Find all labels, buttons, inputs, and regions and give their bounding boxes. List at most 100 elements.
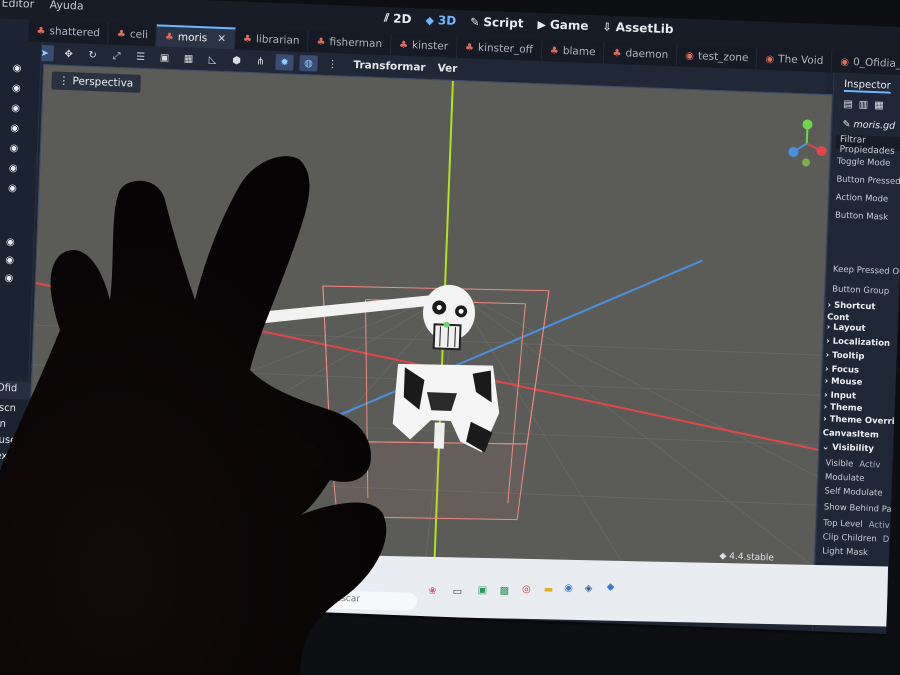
inspector-property[interactable]: Toggle Mode: [837, 157, 891, 169]
tab-test-zone[interactable]: ◉ test_zone: [676, 44, 758, 70]
list-tool-icon[interactable]: ☰: [131, 48, 150, 65]
inspector-property[interactable]: Button Pressed: [836, 175, 900, 187]
local-space-icon[interactable]: ⬢: [227, 52, 246, 69]
workspace-3d[interactable]: ◆ 3D: [425, 13, 456, 28]
files-icon[interactable]: ▬: [543, 584, 554, 595]
tree-node-label[interactable]: gue: [0, 254, 1, 266]
visibility-eye-icon[interactable]: ◉: [9, 103, 21, 115]
open-resource-icon[interactable]: ▥: [859, 99, 869, 110]
property-label: › Layout: [826, 322, 866, 334]
inspector-section[interactable]: › Input: [824, 390, 856, 401]
inspector-property[interactable]: Top Level Activad: [823, 518, 900, 531]
inspector-section[interactable]: › Theme: [823, 402, 862, 413]
tab-kinster[interactable]: ♣ kinster: [390, 33, 458, 58]
chrome-icon[interactable]: ◉: [563, 583, 573, 594]
inspector-section[interactable]: › Tooltip: [825, 350, 864, 361]
menu-editor[interactable]: Editor: [1, 0, 34, 11]
visibility-eye-icon[interactable]: ◉: [4, 237, 16, 249]
inspector-property[interactable]: Self Modulate: [824, 486, 882, 498]
orientation-gizmo[interactable]: [781, 118, 833, 170]
property-label: Button Pressed: [836, 174, 900, 188]
environment-preview-icon[interactable]: ◍: [299, 54, 318, 72]
monitor-screen: Editor Ayuda ⫽ 2D ◆ 3D ✎ Script ▶ Game ⇩ Asse…: [0, 0, 900, 637]
workspace-2d[interactable]: ⫽ 2D: [384, 11, 412, 26]
visibility-eye-icon[interactable]: ◉: [3, 273, 15, 285]
inspected-object[interactable]: ✎ moris.gd: [842, 119, 895, 132]
tab-librarian[interactable]: ♣ librarian: [234, 27, 309, 53]
property-filter-input[interactable]: Filtrar Propiedades: [835, 134, 900, 157]
inspector-property[interactable]: Button Mask: [835, 211, 888, 223]
inspector-property[interactable]: Keep Pressed Ou: [833, 265, 900, 278]
opera-icon[interactable]: ◎: [521, 584, 531, 595]
photos-icon[interactable]: ▩: [499, 585, 510, 596]
inspector-tab[interactable]: Inspector: [843, 78, 891, 94]
visibility-eye-icon[interactable]: ◉: [3, 255, 15, 267]
tab-daemon[interactable]: ♣ daemon: [604, 41, 678, 67]
perspective-menu[interactable]: ⋮ Perspectiva: [51, 71, 141, 93]
tab-moris[interactable]: ♣ moris ✕: [156, 24, 236, 50]
snap-icon[interactable]: ⋔: [251, 53, 270, 70]
tab-the-void[interactable]: ◉ The Void: [757, 47, 833, 73]
property-value[interactable]: Activ: [859, 460, 880, 471]
sun-preview-icon[interactable]: ✹: [275, 54, 294, 71]
view-menu[interactable]: Ver: [437, 62, 457, 75]
new-resource-icon[interactable]: ▤: [843, 99, 853, 110]
3d-viewport[interactable]: ⋮ Perspectiva ◆ 4.4.stable: [24, 64, 833, 575]
widgets-icon[interactable]: ❀: [427, 586, 437, 597]
visibility-eye-icon[interactable]: ◉: [10, 83, 22, 95]
scale-tool-icon[interactable]: ⤢: [107, 48, 126, 65]
inspector-property[interactable]: Clip Children Disabled: [822, 532, 900, 546]
store-icon[interactable]: ▣: [477, 585, 488, 596]
tab-shattered[interactable]: ♣ shattered: [28, 19, 110, 45]
property-value[interactable]: Activad: [868, 520, 900, 531]
property-label: Modulate: [824, 472, 865, 484]
task-view-icon[interactable]: ▭: [452, 586, 463, 597]
more-options-icon[interactable]: ⋮: [323, 56, 342, 73]
file-item[interactable]: orie: [0, 550, 37, 568]
workspace-script[interactable]: ✎ Script: [470, 14, 524, 31]
property-label: › Theme: [823, 402, 863, 414]
tab-blame[interactable]: ♣ blame: [541, 39, 605, 64]
game-icon: ▶: [537, 17, 547, 31]
workspace-game[interactable]: ▶ Game: [537, 17, 589, 33]
menu-help[interactable]: Ayuda: [49, 0, 83, 13]
inspector-property[interactable]: Light Mask: [822, 546, 868, 558]
inspector-section[interactable]: › Layout: [827, 322, 866, 333]
visibility-eye-icon[interactable]: ◉: [11, 63, 23, 75]
inspector-section[interactable]: › Shortcut: [827, 300, 875, 312]
transform-menu[interactable]: Transformar: [353, 59, 426, 74]
tab-kinster-off[interactable]: ♣ kinster_off: [456, 35, 543, 62]
visibility-eye-icon[interactable]: ◉: [8, 143, 20, 155]
inspector-property[interactable]: Show Behind Pa Activ: [824, 502, 900, 516]
property-value[interactable]: Disabled: [883, 535, 900, 546]
inspector-property[interactable]: Visible Activ: [825, 458, 880, 470]
tab-celi[interactable]: ♣ celi: [108, 22, 158, 47]
ruler-icon[interactable]: ◺: [203, 51, 222, 68]
tab-label: shattered: [49, 25, 101, 40]
workspace-assetlib[interactable]: ⇩ AssetLib: [602, 20, 673, 36]
steam-icon[interactable]: ◈: [583, 583, 593, 594]
inspector-section[interactable]: CanvasItem: [822, 428, 879, 440]
save-resource-icon[interactable]: ▦: [874, 100, 884, 111]
3d-icon: ◆: [425, 13, 435, 27]
move-tool-icon[interactable]: ✥: [59, 46, 78, 63]
visibility-eye-icon[interactable]: ◉: [7, 163, 19, 175]
inspector-section[interactable]: › Theme Overrides: [823, 414, 900, 427]
visibility-eye-icon[interactable]: ◉: [6, 183, 18, 195]
inspector-section[interactable]: ⌄ Visibility: [822, 442, 874, 454]
vscode-icon[interactable]: ◆: [605, 582, 615, 593]
inspector-property[interactable]: Action Mode: [836, 193, 889, 205]
tab-label: moris: [177, 31, 208, 45]
inspector-section[interactable]: › Focus: [825, 364, 859, 375]
visibility-eye-icon[interactable]: ◉: [9, 123, 21, 135]
lock-icon[interactable]: ▣: [155, 49, 174, 66]
taskbar-search[interactable]: Buscar: [307, 590, 418, 611]
rotate-tool-icon[interactable]: ↻: [83, 47, 102, 64]
inspector-property[interactable]: Modulate: [825, 472, 865, 484]
inspector-property[interactable]: Button Group: [832, 285, 889, 297]
group-icon[interactable]: ▦: [179, 50, 198, 67]
inspector-section[interactable]: › Localization: [826, 336, 890, 348]
close-icon[interactable]: ✕: [217, 33, 226, 45]
inspector-section[interactable]: › Mouse: [824, 376, 862, 387]
tab-fisherman[interactable]: ♣ fisherman: [308, 30, 392, 56]
